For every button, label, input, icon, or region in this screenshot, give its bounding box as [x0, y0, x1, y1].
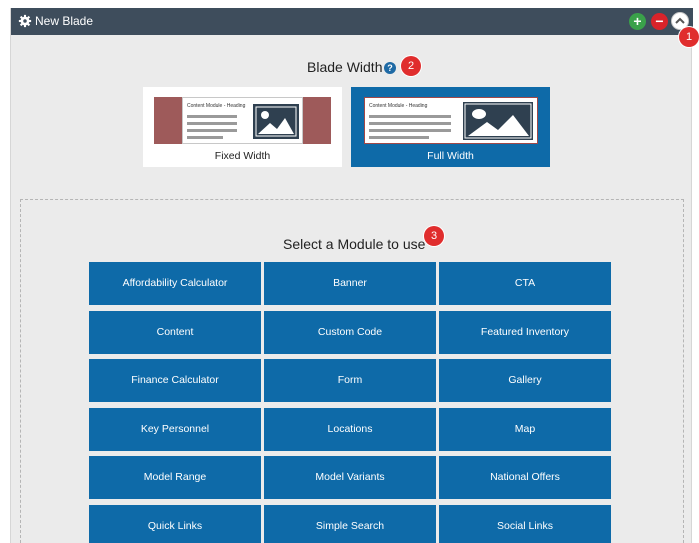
callout-badge-1: 1 — [679, 27, 699, 47]
thumb-side-right — [303, 97, 331, 144]
module-button-cta[interactable]: CTA — [439, 262, 611, 305]
module-button-locations[interactable]: Locations — [264, 407, 436, 451]
module-button-map[interactable]: Map — [439, 407, 611, 451]
module-button-content[interactable]: Content — [89, 310, 261, 354]
image-placeholder-icon — [253, 104, 299, 139]
gear-icon[interactable] — [18, 14, 32, 28]
thumb-line — [187, 136, 223, 139]
image-placeholder-icon — [463, 102, 533, 140]
callout-badge-3: 3 — [424, 226, 444, 246]
full-width-label: Full Width — [427, 150, 474, 162]
minus-icon: − — [655, 13, 664, 29]
module-button-finance-calculator[interactable]: Finance Calculator — [89, 359, 261, 402]
blade-width-title: Blade Width — [307, 59, 383, 75]
module-button-model-range[interactable]: Model Range — [89, 456, 261, 499]
blade-title: New Blade — [35, 14, 94, 28]
thumb-preview: Content Module - Heading — [182, 97, 303, 144]
fixed-width-option[interactable]: Content Module - Heading Fixed Width — [143, 87, 342, 167]
fixed-width-label: Fixed Width — [214, 150, 271, 162]
thumb-line — [187, 115, 237, 118]
module-button-key-personnel[interactable]: Key Personnel — [89, 407, 261, 451]
plus-icon: + — [633, 13, 642, 29]
module-section-title: Select a Module to use — [283, 236, 426, 252]
module-button-simple-search[interactable]: Simple Search — [264, 504, 436, 543]
module-button-featured-inventory[interactable]: Featured Inventory — [439, 310, 611, 354]
module-button-social-links[interactable]: Social Links — [439, 504, 611, 543]
module-button-custom-code[interactable]: Custom Code — [264, 310, 436, 354]
module-button-affordability-calculator[interactable]: Affordability Calculator — [89, 262, 261, 305]
blade-header: New Blade + − — [11, 8, 693, 35]
thumb-line — [369, 122, 451, 125]
module-selection-area: Select a Module to use Affordability Cal… — [20, 199, 684, 543]
full-width-option[interactable]: Content Module - Heading Full Width — [351, 87, 550, 167]
module-button-model-variants[interactable]: Model Variants — [264, 456, 436, 499]
callout-badge-2: 2 — [401, 56, 421, 76]
question-icon[interactable]: ? — [384, 62, 396, 74]
module-button-form[interactable]: Form — [264, 359, 436, 402]
thumb-heading: Content Module - Heading — [187, 103, 246, 109]
thumb-line — [369, 136, 429, 139]
module-button-quick-links[interactable]: Quick Links — [89, 504, 261, 543]
remove-blade-button[interactable]: − — [651, 13, 668, 30]
add-blade-button[interactable]: + — [629, 13, 646, 30]
module-button-gallery[interactable]: Gallery — [439, 359, 611, 402]
thumb-side-left — [154, 97, 182, 144]
thumb-line — [369, 115, 451, 118]
module-button-banner[interactable]: Banner — [264, 262, 436, 305]
thumb-heading: Content Module - Heading — [369, 103, 428, 109]
new-blade-panel: New Blade + − Blade Width ? Content Modu… — [10, 8, 699, 543]
thumb-line — [369, 129, 451, 132]
thumb-line — [187, 122, 237, 125]
module-button-national-offers[interactable]: National Offers — [439, 456, 611, 499]
thumb-line — [187, 129, 237, 132]
thumb-preview: Content Module - Heading — [364, 97, 538, 144]
